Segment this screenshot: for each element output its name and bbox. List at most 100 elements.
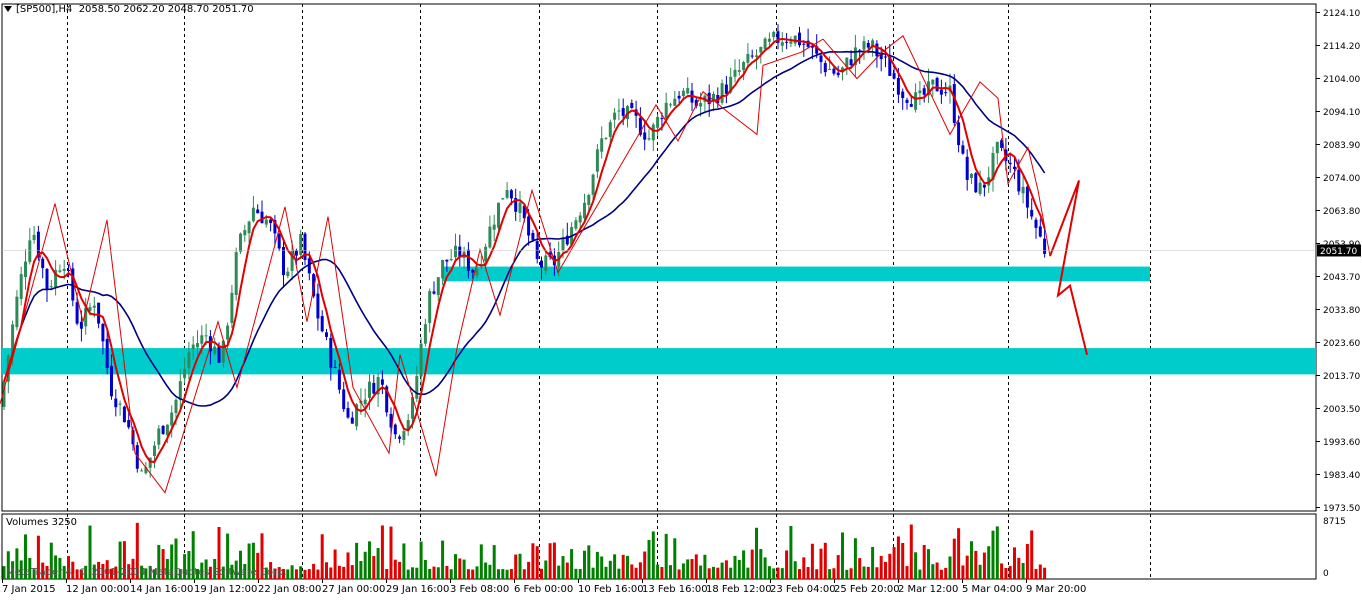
candle-body: [183, 369, 187, 379]
candle: [398, 434, 402, 444]
volume-bar: [415, 567, 419, 579]
candle-body: [239, 233, 242, 252]
candle: [325, 329, 328, 341]
volume-bar: [978, 564, 982, 579]
candle: [497, 202, 500, 231]
candle: [703, 94, 707, 112]
price-axis-label: 1973.50: [1323, 504, 1360, 514]
volume-bar: [673, 538, 677, 579]
support-zone-band[interactable]: [2, 348, 1316, 375]
volume-bar: [316, 569, 320, 579]
volume-bar: [518, 553, 522, 579]
volume-bar: [892, 547, 896, 579]
volume-bar: [432, 566, 436, 579]
candle-body: [970, 173, 973, 178]
candle-body: [763, 38, 767, 50]
candle-body: [445, 259, 449, 262]
candle: [393, 423, 397, 439]
candle: [45, 268, 49, 302]
candle-body: [415, 376, 419, 399]
candle-body: [350, 417, 354, 424]
volume-bar: [750, 549, 754, 579]
candle-body: [471, 269, 475, 273]
volume-bar: [617, 568, 621, 579]
candle: [350, 411, 354, 424]
candle: [346, 401, 350, 419]
volume-bar: [363, 551, 367, 579]
candle-body: [423, 324, 427, 344]
candle: [153, 441, 156, 469]
candle: [565, 222, 569, 246]
candle-body: [540, 260, 543, 268]
zigzag-line: [0, 35, 1051, 494]
candle: [243, 224, 247, 242]
chevron-down-icon[interactable]: [4, 6, 12, 12]
volume-bar: [939, 569, 943, 579]
candle-body: [1034, 219, 1038, 228]
volume-bar: [565, 562, 569, 579]
candle: [1030, 198, 1034, 220]
candle: [320, 310, 324, 333]
candle-body: [79, 321, 83, 329]
volume-bar: [638, 562, 642, 579]
candle-body: [58, 270, 62, 272]
candle-body: [1043, 238, 1047, 254]
volume-bar: [441, 540, 445, 579]
chart-canvas[interactable]: 7 Jan 2015 12 Jan 00:00 14 Jan 16:00 19 Jan…: [0, 0, 1362, 597]
price-axis-label: 1983.40: [1323, 471, 1360, 481]
volume-bar: [733, 555, 737, 579]
candle-body: [337, 369, 341, 390]
candle: [651, 122, 655, 152]
volume-bar: [935, 562, 939, 579]
candle-body: [346, 408, 350, 418]
volume-bar: [832, 568, 836, 579]
candle: [901, 88, 905, 110]
volume-bar: [325, 562, 328, 579]
volume-bar: [931, 564, 935, 579]
candle-body: [1038, 226, 1042, 237]
time-axis-label: 25 Feb 20:00: [834, 584, 900, 595]
candle: [991, 146, 995, 192]
candle-body: [669, 104, 672, 106]
candle-body: [264, 219, 268, 225]
candle: [987, 166, 991, 193]
candle: [733, 59, 737, 83]
volume-bar: [419, 541, 423, 579]
candle-body: [939, 89, 943, 95]
volume-bar: [651, 531, 655, 579]
volume-bar: [944, 567, 948, 579]
candle: [251, 195, 255, 223]
volume-bar: [621, 554, 625, 579]
candle-body: [583, 202, 586, 219]
volume-bar: [514, 554, 518, 579]
candle: [140, 468, 144, 472]
price-axis-label: 2013.70: [1323, 372, 1360, 382]
volume-bar: [380, 525, 384, 579]
candle-body: [755, 55, 758, 57]
volume-bar: [957, 528, 961, 579]
volume-bar: [359, 561, 363, 579]
candle-body: [501, 198, 505, 200]
candle-body: [819, 55, 823, 63]
support-zone-band[interactable]: [443, 266, 1150, 282]
time-axis-label: 2 Mar 12:00: [898, 584, 958, 595]
volume-bar: [1000, 563, 1004, 579]
volume-bar: [454, 554, 457, 579]
volume-bar: [535, 546, 539, 579]
volume-bar: [1030, 530, 1034, 579]
candle-body: [862, 41, 866, 50]
candle-body: [836, 72, 840, 76]
candle: [944, 82, 948, 97]
volume-axis-max-label: 8715: [1323, 517, 1346, 527]
candle: [161, 424, 165, 435]
trading-chart[interactable]: 7 Jan 2015 12 Jan 00:00 14 Jan 16:00 19 Jan…: [0, 0, 1362, 597]
volume-bar: [552, 542, 556, 579]
volume-bar: [329, 567, 333, 579]
volume-bar: [557, 565, 561, 579]
candle-body: [505, 190, 509, 198]
candle-body: [574, 220, 578, 229]
volume-bar: [737, 559, 741, 579]
candle-body: [294, 250, 298, 256]
candle-body: [372, 382, 376, 394]
volume-bar: [965, 555, 969, 579]
